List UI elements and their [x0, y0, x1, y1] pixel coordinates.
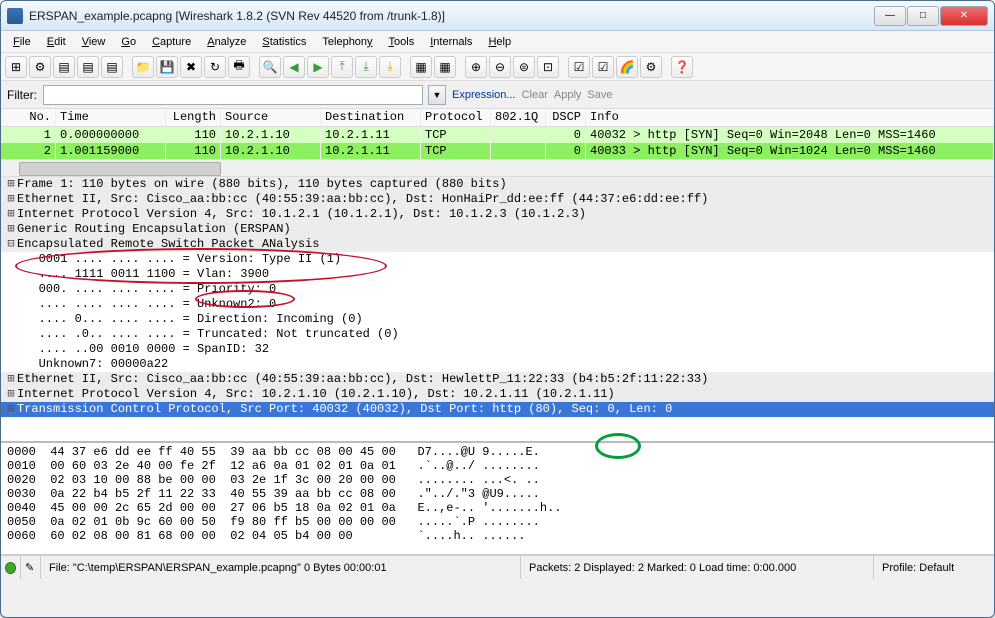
tool-zoomin[interactable]: ⊕	[465, 56, 487, 78]
bytes-pane[interactable]: 0000 44 37 e6 dd ee ff 40 55 39 aa bb cc…	[1, 443, 994, 555]
filter-clear[interactable]: Clear	[522, 89, 548, 101]
detail-priority: 000. .... .... .... = Priority: 0	[1, 282, 994, 297]
tool-close[interactable]: ✖	[180, 56, 202, 78]
col-no[interactable]: No.	[1, 109, 56, 126]
tool-reload[interactable]: ↻	[204, 56, 226, 78]
tool-find[interactable]: 🔍	[259, 56, 281, 78]
tool-first[interactable]: ⤓	[355, 56, 377, 78]
menu-go[interactable]: Go	[113, 33, 144, 51]
detail-direction: .... 0... .... .... = Direction: Incomin…	[1, 312, 994, 327]
detail-vlan: .... 1111 0011 1100 = Vlan: 3900	[1, 267, 994, 282]
detail-gre: ⊞Generic Routing Encapsulation (ERSPAN)	[1, 222, 994, 237]
status-profile[interactable]: Profile: Default	[874, 556, 994, 579]
packet-row-2[interactable]: 2 1.001159000 110 10.2.1.10 10.2.1.11 TC…	[1, 143, 994, 159]
tool-interfaces[interactable]: ⊞	[5, 56, 27, 78]
tool-start[interactable]: ▤	[53, 56, 75, 78]
filter-dropdown[interactable]: ▼	[428, 85, 446, 105]
tool-open[interactable]: 📁	[132, 56, 154, 78]
minimize-button[interactable]: —	[874, 6, 906, 26]
tool-restart[interactable]: ▤	[101, 56, 123, 78]
detail-ip-outer: ⊞Internet Protocol Version 4, Src: 10.1.…	[1, 207, 994, 222]
col-time[interactable]: Time	[56, 109, 166, 126]
detail-eth-outer: ⊞Ethernet II, Src: Cisco_aa:bb:cc (40:55…	[1, 192, 994, 207]
detail-eth-inner: ⊞Ethernet II, Src: Cisco_aa:bb:cc (40:55…	[1, 372, 994, 387]
tool-options[interactable]: ⚙	[29, 56, 51, 78]
tool-save[interactable]: 💾	[156, 56, 178, 78]
detail-frame: ⊞Frame 1: 110 bytes on wire (880 bits), …	[1, 177, 994, 192]
menu-help[interactable]: Help	[480, 33, 519, 51]
tool-zoom100[interactable]: ⊜	[513, 56, 535, 78]
close-button[interactable]: ✕	[940, 6, 988, 26]
tool-print[interactable]: 🖶	[228, 56, 250, 78]
tool-fwd[interactable]: ▶	[307, 56, 329, 78]
menu-analyze[interactable]: Analyze	[199, 33, 254, 51]
statusbar: ✎ File: "C:\temp\ERSPAN\ERSPAN_example.p…	[1, 555, 994, 579]
horizontal-scrollbar[interactable]	[1, 159, 994, 177]
detail-version: 0001 .... .... .... = Version: Type II (…	[1, 252, 994, 267]
tool-capturefilters[interactable]: ☑	[568, 56, 590, 78]
tool-colorize[interactable]: ▦	[410, 56, 432, 78]
col-length[interactable]: Length	[166, 109, 221, 126]
tool-coloring[interactable]: 🌈	[616, 56, 638, 78]
detail-tcp: ⊞Transmission Control Protocol, Src Port…	[1, 402, 994, 417]
filter-bar: Filter: ▼ Expression... Clear Apply Save	[1, 81, 994, 109]
menu-internals[interactable]: Internals	[422, 33, 480, 51]
menu-telephony[interactable]: Telephony	[314, 33, 380, 51]
filter-apply[interactable]: Apply	[554, 89, 582, 101]
filter-save[interactable]: Save	[587, 89, 612, 101]
filter-input[interactable]	[43, 85, 423, 105]
menu-statistics[interactable]: Statistics	[254, 33, 314, 51]
tool-zoomout[interactable]: ⊖	[489, 56, 511, 78]
toolbar: ⊞ ⚙ ▤ ▤ ▤ 📁 💾 ✖ ↻ 🖶 🔍 ◀ ▶ ⤒ ⤓ ⤓ ▦ ▦ ⊕ ⊖ …	[1, 53, 994, 81]
tool-goto[interactable]: ⤒	[331, 56, 353, 78]
col-8021q[interactable]: 802.1Q	[491, 109, 546, 126]
tool-help[interactable]: ❓	[671, 56, 693, 78]
detail-unknown7: Unknown7: 00000a22	[1, 357, 994, 372]
col-source[interactable]: Source	[221, 109, 321, 126]
packet-header[interactable]: No. Time Length Source Destination Proto…	[1, 109, 994, 127]
status-packets: Packets: 2 Displayed: 2 Marked: 0 Load t…	[521, 556, 874, 579]
menu-capture[interactable]: Capture	[144, 33, 199, 51]
detail-erspan: ⊟Encapsulated Remote Switch Packet ANaly…	[1, 237, 994, 252]
menu-file[interactable]: File	[5, 33, 39, 51]
details-pane[interactable]: ⊞Frame 1: 110 bytes on wire (880 bits), …	[1, 177, 994, 443]
tool-displayfilters[interactable]: ☑	[592, 56, 614, 78]
expert-info-icon[interactable]	[1, 556, 21, 579]
tool-prefs[interactable]: ⚙	[640, 56, 662, 78]
tool-back[interactable]: ◀	[283, 56, 305, 78]
maximize-button[interactable]: □	[907, 6, 939, 26]
packet-row-1[interactable]: 1 0.000000000 110 10.2.1.10 10.2.1.11 TC…	[1, 127, 994, 143]
menu-edit[interactable]: Edit	[39, 33, 74, 51]
tool-last[interactable]: ⤓	[379, 56, 401, 78]
titlebar: ERSPAN_example.pcapng [Wireshark 1.8.2 (…	[1, 1, 994, 31]
col-protocol[interactable]: Protocol	[421, 109, 491, 126]
filter-label: Filter:	[7, 88, 37, 102]
window-title: ERSPAN_example.pcapng [Wireshark 1.8.2 (…	[29, 9, 874, 23]
tool-resize[interactable]: ⊡	[537, 56, 559, 78]
app-icon	[7, 8, 23, 24]
status-file: File: "C:\temp\ERSPAN\ERSPAN_example.pca…	[41, 556, 521, 579]
tool-stop[interactable]: ▤	[77, 56, 99, 78]
col-dscp[interactable]: DSCP	[546, 109, 586, 126]
col-destination[interactable]: Destination	[321, 109, 421, 126]
edit-icon[interactable]: ✎	[21, 556, 41, 579]
filter-expression[interactable]: Expression...	[452, 89, 516, 101]
detail-unknown2: .... .... .... .... = Unknown2: 0	[1, 297, 994, 312]
tool-autoscroll[interactable]: ▦	[434, 56, 456, 78]
detail-ip-inner: ⊞Internet Protocol Version 4, Src: 10.2.…	[1, 387, 994, 402]
col-info[interactable]: Info	[586, 109, 994, 126]
detail-truncated: .... .0.. .... .... = Truncated: Not tru…	[1, 327, 994, 342]
packet-list: No. Time Length Source Destination Proto…	[1, 109, 994, 159]
menubar: File Edit View Go Capture Analyze Statis…	[1, 31, 994, 53]
menu-tools[interactable]: Tools	[381, 33, 423, 51]
menu-view[interactable]: View	[74, 33, 114, 51]
detail-spanid: .... ..00 0010 0000 = SpanID: 32	[1, 342, 994, 357]
